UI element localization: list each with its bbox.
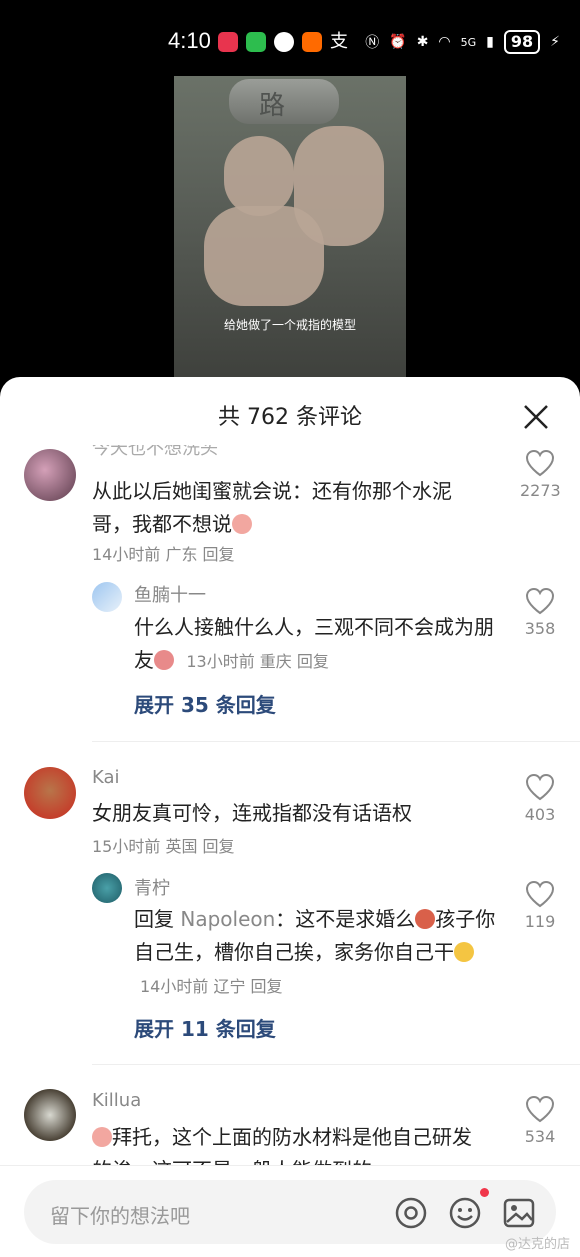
avatar[interactable] — [24, 767, 76, 819]
app-notification-icon — [218, 32, 238, 52]
wechat-icon — [246, 32, 266, 52]
like-button[interactable]: 2273 — [520, 449, 561, 500]
reply-author[interactable]: 鱼腩十一 — [134, 581, 206, 607]
like-count: 2273 — [520, 481, 561, 500]
divider — [92, 1064, 580, 1065]
finger — [204, 206, 324, 306]
like-button[interactable]: 403 — [520, 773, 560, 824]
comment-input[interactable]: 留下你的想法吧 — [24, 1180, 556, 1244]
comment-author[interactable]: 今天也不想洗头 — [92, 445, 218, 461]
like-button[interactable]: 119 — [520, 880, 560, 931]
like-button[interactable]: 358 — [520, 587, 560, 638]
peach-emoji-icon — [92, 1127, 112, 1147]
reply-to-name[interactable]: Napoleon — [180, 907, 275, 931]
reply-text: 什么人接触什么人，三观不同不会成为朋友 13小时前 重庆 回复 — [134, 615, 494, 672]
bluetooth-icon: ✱ — [416, 34, 429, 50]
watermark: @达克的店 — [504, 1237, 570, 1252]
like-count: 403 — [524, 805, 556, 824]
ring-char: 路 — [259, 91, 286, 121]
comments-sheet: 共 762 条评论 今天也不想洗头 从此以后她闺蜜就会说：还有你那个水泥哥，我都… — [0, 377, 580, 1257]
comment-text: 女朋友真可怜，连戒指都没有话语权 — [92, 801, 412, 825]
comments-title: 共 762 条评论 — [218, 405, 362, 430]
reply-text: 回复 Napoleon：这不是求婚么 孩子你自己生，槽你自己挨，家务你自己干 14… — [134, 907, 496, 996]
sweat-emoji-icon — [454, 942, 474, 962]
emoji-icon[interactable] — [448, 1196, 482, 1230]
video-caption: 给她做了一个戒指的模型 — [223, 318, 356, 332]
signal-icon: ▮ — [486, 34, 494, 50]
charging-icon: ⚡ — [550, 34, 560, 50]
comment-text: 从此以后她闺蜜就会说：还有你那个水泥哥，我都不想说 — [92, 479, 452, 536]
crying-emoji-icon — [154, 650, 174, 670]
reply-author[interactable]: 青柠 — [134, 874, 170, 900]
comment-author[interactable]: Kai — [92, 767, 120, 788]
expand-replies-button[interactable]: 展开 11 条回复 — [134, 1013, 276, 1042]
heart-icon — [525, 587, 555, 615]
comments-header: 共 762 条评论 — [0, 377, 580, 457]
comment-author[interactable]: Killua — [92, 1090, 141, 1111]
notification-icons: 支 — [218, 32, 350, 52]
alarm-icon: ⏰ — [389, 34, 407, 50]
at-mention-icon[interactable] — [394, 1196, 428, 1230]
status-bar: 4:10 支 Ⓝ ⏰ ✱ ◠ 5G ▮ 98 ⚡ — [0, 0, 580, 80]
wifi-icon: ◠ — [438, 34, 451, 50]
avatar[interactable] — [24, 449, 76, 501]
reply-avatar[interactable] — [92, 873, 122, 903]
like-button[interactable]: 534 — [520, 1095, 560, 1146]
taobao-icon — [302, 32, 322, 52]
notification-dot — [480, 1188, 489, 1197]
status-time: 4:10 — [168, 28, 211, 53]
system-icons: Ⓝ ⏰ ✱ ◠ 5G ▮ 98 ⚡ — [365, 30, 560, 54]
heart-icon — [525, 449, 555, 477]
video-player[interactable]: 路 给她做了一个戒指的模型 — [174, 76, 406, 382]
ring-model: 路 — [229, 79, 339, 124]
angry-emoji-icon — [415, 909, 436, 929]
expand-replies-button[interactable]: 展开 35 条回复 — [134, 689, 276, 718]
comment-meta[interactable]: 14小时前 广东 回复 — [92, 541, 235, 565]
like-count: 119 — [524, 912, 556, 931]
reply-meta[interactable]: 13小时前 重庆 回复 — [186, 652, 329, 671]
comment-input-bar: 留下你的想法吧 @达克的店 — [0, 1165, 580, 1257]
reply-avatar[interactable] — [92, 582, 122, 612]
avatar[interactable] — [24, 1089, 76, 1141]
network-label: 5G — [460, 35, 477, 49]
alipay-icon: 支 — [330, 31, 348, 52]
nfc-icon: Ⓝ — [365, 35, 380, 51]
image-icon[interactable] — [502, 1196, 536, 1230]
battery-indicator: 98 — [503, 30, 541, 54]
comment-meta[interactable]: 15小时前 英国 回复 — [92, 833, 235, 857]
input-placeholder: 留下你的想法吧 — [50, 1204, 190, 1228]
heart-icon — [525, 1095, 555, 1123]
qq-icon — [274, 32, 294, 52]
heart-icon — [525, 773, 555, 801]
like-count: 534 — [524, 1127, 556, 1146]
finger — [224, 136, 294, 216]
like-count: 358 — [524, 619, 556, 638]
heart-icon — [525, 880, 555, 908]
divider — [92, 741, 580, 742]
peach-emoji-icon — [232, 514, 252, 534]
comment-text: 拜托，这个上面的防水材料是他自己研发的诶，这可不是一般人能做到的 — [92, 1121, 482, 1165]
reply-meta[interactable]: 14小时前 辽宁 回复 — [140, 977, 283, 996]
close-icon[interactable] — [522, 403, 550, 431]
